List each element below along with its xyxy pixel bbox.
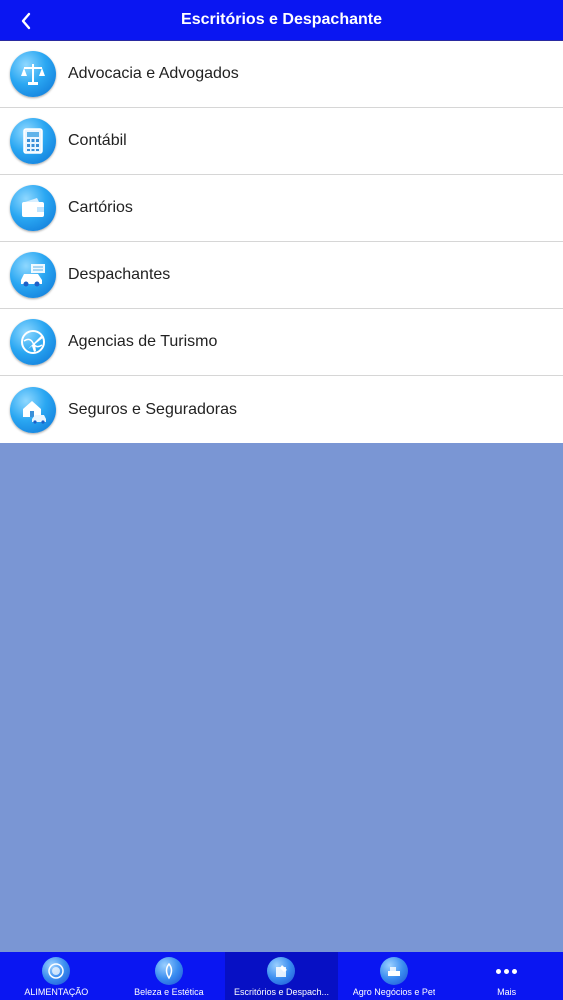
- car-icon: [10, 252, 56, 298]
- tab-label: Escritórios e Despach...: [233, 987, 329, 997]
- tab-bar: ALIMENTAÇÃO Beleza e Estética Escritório…: [0, 952, 563, 1000]
- tab-label: ALIMENTAÇÃO: [24, 987, 89, 997]
- list-item-label: Contábil: [68, 132, 127, 149]
- tab-label: Agro Negócios e Pet: [352, 987, 436, 997]
- tab-escritorios[interactable]: Escritórios e Despach...: [225, 952, 338, 1000]
- list-item-despachantes[interactable]: Despachantes: [0, 242, 563, 309]
- back-button[interactable]: [8, 0, 44, 41]
- list-item-advocacia[interactable]: Advocacia e Advogados: [0, 41, 563, 108]
- house-car-icon: [10, 386, 56, 433]
- tab-label: Mais: [497, 987, 517, 997]
- airplane-globe-icon: [10, 319, 56, 365]
- tab-mais[interactable]: Mais: [450, 952, 563, 1000]
- list-item-cartorios[interactable]: Cartórios: [0, 175, 563, 242]
- list-item-seguros[interactable]: Seguros e Seguradoras: [0, 376, 563, 443]
- list-item-label: Agencias de Turismo: [68, 333, 218, 350]
- more-icon: [496, 957, 518, 985]
- office-icon: [267, 957, 296, 985]
- list-item-label: Despachantes: [68, 266, 171, 283]
- category-list: Advocacia e Advogados Contábil Cartórios…: [0, 41, 563, 443]
- beauty-icon: [154, 957, 183, 985]
- tab-beleza[interactable]: Beleza e Estética: [113, 952, 226, 1000]
- list-item-label: Cartórios: [68, 199, 133, 216]
- plate-icon: [42, 957, 71, 985]
- wallet-icon: [10, 185, 56, 231]
- scales-icon: [10, 51, 56, 97]
- agro-icon: [380, 957, 409, 985]
- nav-bar: Escritórios e Despachante: [0, 0, 563, 41]
- chevron-left-icon: [21, 12, 31, 29]
- list-item-label: Advocacia e Advogados: [68, 65, 239, 82]
- tab-alimentacao[interactable]: ALIMENTAÇÃO: [0, 952, 113, 1000]
- list-item-contabil[interactable]: Contábil: [0, 108, 563, 175]
- page-title: Escritórios e Despachante: [181, 11, 382, 28]
- calculator-icon: [10, 118, 56, 164]
- list-item-label: Seguros e Seguradoras: [68, 400, 237, 418]
- list-item-turismo[interactable]: Agencias de Turismo: [0, 309, 563, 376]
- tab-agro[interactable]: Agro Negócios e Pet: [338, 952, 451, 1000]
- tab-label: Beleza e Estética: [134, 987, 204, 997]
